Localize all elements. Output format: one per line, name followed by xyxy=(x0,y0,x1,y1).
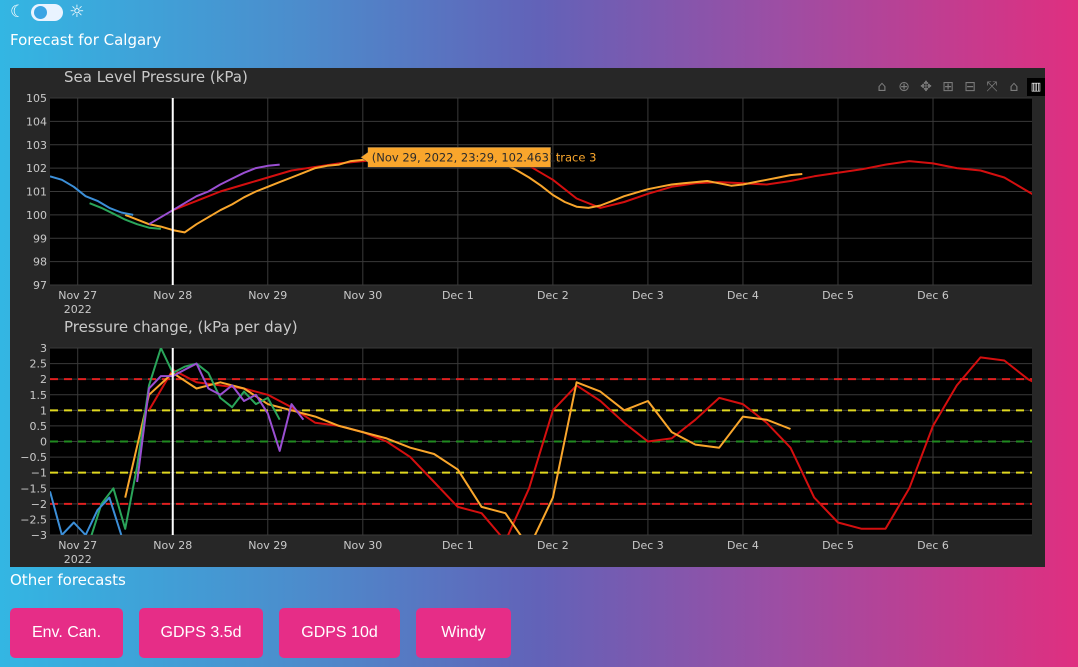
y-tick-label: −3 xyxy=(31,529,47,542)
x-tick-label: Dec 2 xyxy=(537,539,569,552)
chart-title: Sea Level Pressure (kPa) xyxy=(64,68,248,86)
y-tick-label: 2 xyxy=(40,373,47,386)
y-tick-label: 99 xyxy=(33,232,47,245)
chart-title: Pressure change, (kPa per day) xyxy=(64,318,298,336)
x-tick-label: Dec 6 xyxy=(917,289,949,302)
x-tick-label: Nov 28 xyxy=(153,289,192,302)
y-tick-label: 1.5 xyxy=(30,389,48,402)
x-tick-label: Dec 4 xyxy=(727,539,759,552)
x-tick-label: Nov 28 xyxy=(153,539,192,552)
y-tick-label: 101 xyxy=(26,186,47,199)
theme-switcher: ☾ ☼ xyxy=(10,3,85,21)
home-icon[interactable]: ⌂ xyxy=(1005,78,1023,96)
y-tick-label: 104 xyxy=(26,115,47,128)
x-tick-year-label: 2022 xyxy=(64,303,92,316)
env-can-button[interactable]: Env. Can. xyxy=(10,608,123,658)
pan-icon[interactable]: ✥ xyxy=(917,78,935,96)
moon-icon: ☾ xyxy=(10,2,26,22)
y-tick-label: 98 xyxy=(33,256,47,269)
page-title: Forecast for Calgary xyxy=(10,31,162,49)
x-tick-label: Dec 5 xyxy=(822,289,854,302)
x-tick-label: Dec 3 xyxy=(632,289,664,302)
y-tick-label: 0 xyxy=(40,436,47,449)
y-tick-label: 103 xyxy=(26,139,47,152)
y-tick-label: −2 xyxy=(31,498,47,511)
forecast-charts[interactable]: Sea Level Pressure (kPa)Nov 272022Nov 28… xyxy=(10,68,1045,567)
y-tick-label: 0.5 xyxy=(30,420,48,433)
x-tick-label: Dec 2 xyxy=(537,289,569,302)
y-tick-label: −0.5 xyxy=(20,451,47,464)
x-tick-label: Nov 27 xyxy=(58,539,97,552)
gdps-35d-button[interactable]: GDPS 3.5d xyxy=(139,608,263,658)
x-tick-label: Dec 1 xyxy=(442,539,474,552)
y-tick-label: −2.5 xyxy=(20,513,47,526)
camera-icon[interactable]: ⌂ xyxy=(873,78,891,96)
y-tick-label: 3 xyxy=(40,342,47,355)
x-tick-label: Dec 3 xyxy=(632,539,664,552)
x-tick-label: Dec 6 xyxy=(917,539,949,552)
toggle-knob[interactable] xyxy=(34,5,48,19)
y-tick-label: −1 xyxy=(31,467,47,480)
zoom-out-icon[interactable]: ⊟ xyxy=(961,78,979,96)
x-tick-label: Nov 27 xyxy=(58,289,97,302)
windy-button[interactable]: Windy xyxy=(416,608,511,658)
x-tick-label: Nov 29 xyxy=(248,289,287,302)
x-tick-year-label: 2022 xyxy=(64,553,92,566)
x-tick-label: Nov 30 xyxy=(343,289,382,302)
hover-trace-label: trace 3 xyxy=(556,150,597,164)
x-tick-label: Dec 4 xyxy=(727,289,759,302)
zoom-icon[interactable]: ⊕ xyxy=(895,78,913,96)
other-forecasts-heading: Other forecasts xyxy=(10,571,126,589)
plot-panel: Sea Level Pressure (kPa) Nov 27 2022 Nov 28… xyxy=(10,68,1045,567)
y-tick-label: 105 xyxy=(26,92,47,105)
y-tick-label: 97 xyxy=(33,279,47,292)
x-tick-label: Nov 30 xyxy=(343,539,382,552)
autoscale-icon[interactable]: ⤧ xyxy=(983,78,1001,96)
plot-modebar: ⌂ ⊕ ✥ ⊞ ⊟ ⤧ ⌂ ▥ xyxy=(873,78,1045,96)
zoom-in-icon[interactable]: ⊞ xyxy=(939,78,957,96)
theme-toggle[interactable] xyxy=(31,3,64,21)
sun-icon: ☼ xyxy=(69,2,85,22)
plotly-logo-icon[interactable]: ▥ xyxy=(1027,78,1045,96)
x-tick-label: Dec 1 xyxy=(442,289,474,302)
hover-tooltip-text: (Nov 29, 2022, 23:29, 102.4631) xyxy=(372,150,561,164)
y-tick-label: 102 xyxy=(26,162,47,175)
gdps-10d-button[interactable]: GDPS 10d xyxy=(279,608,400,658)
y-tick-label: 100 xyxy=(26,209,47,222)
y-tick-label: −1.5 xyxy=(20,482,47,495)
x-tick-label: Nov 29 xyxy=(248,539,287,552)
y-tick-label: 2.5 xyxy=(30,358,48,371)
y-tick-label: 1 xyxy=(40,404,47,417)
x-tick-label: Dec 5 xyxy=(822,539,854,552)
